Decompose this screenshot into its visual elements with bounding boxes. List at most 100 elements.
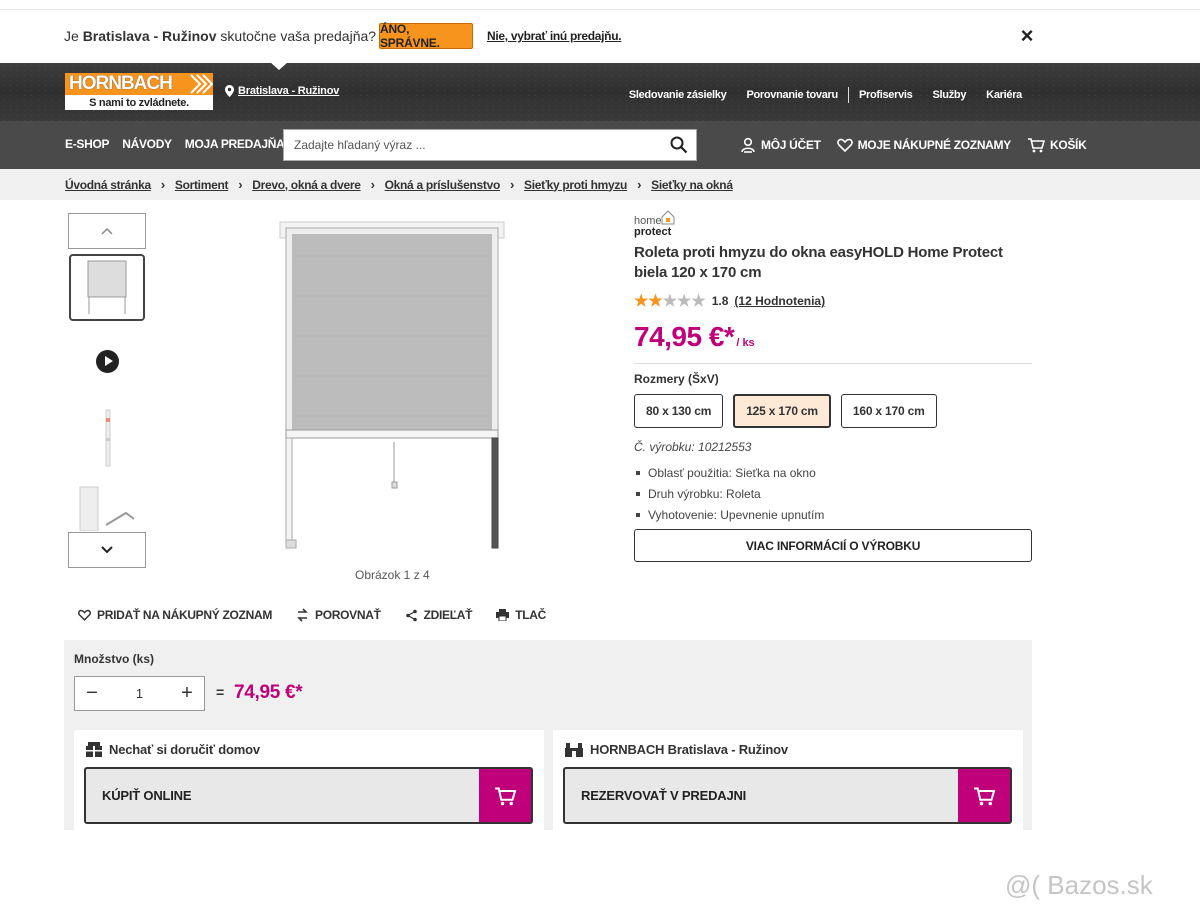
- star-icon: ★: [677, 293, 692, 310]
- chevron-right-icon: ›: [238, 177, 243, 192]
- compare-button[interactable]: POROVNAŤ: [296, 608, 381, 622]
- thumbnail-3[interactable]: [98, 408, 118, 468]
- price-unit: / ks: [736, 337, 755, 349]
- breadcrumb-item[interactable]: Sieťky na okná: [651, 178, 733, 192]
- feature-list: Oblasť použitia: Sieťka na okno Druh výr…: [634, 466, 1032, 522]
- top-link-profiservis[interactable]: Profiservis: [849, 89, 923, 101]
- thumbnail-up-button[interactable]: [68, 213, 146, 249]
- chevron-right-icon: ›: [160, 177, 165, 192]
- close-icon[interactable]: ×: [1017, 25, 1037, 47]
- quantity-input[interactable]: 1: [109, 686, 170, 701]
- watermark: @( Bazos.sk: [1005, 870, 1153, 900]
- size-option[interactable]: 80 x 130 cm: [634, 394, 724, 428]
- print-button[interactable]: TLAČ: [496, 608, 546, 622]
- print-label: TLAČ: [515, 608, 546, 622]
- top-links: Sledovanie zásielky Porovnanie tovaru Pr…: [619, 87, 1032, 103]
- share-button[interactable]: ZDIEĽAŤ: [405, 608, 473, 622]
- cart-icon: [479, 769, 531, 822]
- search-input[interactable]: [284, 130, 644, 160]
- buy-box: Množstvo (ks) − 1 + = 74,95 €* Nechať si…: [64, 640, 1032, 830]
- cart-icon: [958, 769, 1010, 822]
- heart-icon: [78, 609, 91, 621]
- search-icon[interactable]: [670, 136, 688, 154]
- shopping-lists-label: MOJE NÁKUPNÉ ZOZNAMY: [857, 138, 1012, 152]
- rating-stars: ★ ★ ★ ★ ★: [634, 291, 706, 311]
- breadcrumb-item[interactable]: Drevo, okná a dvere: [252, 178, 361, 192]
- rating: ★ ★ ★ ★ ★ 1.8 (12 Hodnotenia): [634, 291, 1032, 311]
- price: 74,95 €* / ks: [634, 321, 1032, 353]
- star-icon: ★: [691, 293, 706, 310]
- top-link-compare[interactable]: Porovnanie tovaru: [736, 89, 847, 101]
- hornbach-logo[interactable]: HORNBACH S nami to zvládnete.: [65, 73, 213, 110]
- banner-pointer: [270, 62, 288, 70]
- article-number: Č. výrobku: 10212553: [634, 440, 752, 454]
- my-account-link[interactable]: MÔJ ÚČET: [740, 137, 821, 153]
- cart-link[interactable]: KOŠÍK: [1027, 137, 1087, 153]
- store-question-name: Bratislava - Ružinov: [82, 28, 217, 44]
- more-info-button[interactable]: VIAC INFORMÁCIÍ O VÝROBKU: [634, 529, 1032, 562]
- breadcrumb-item[interactable]: Sieťky proti hmyzu: [524, 178, 627, 192]
- logo-tagline: S nami to zvládnete.: [65, 95, 213, 110]
- breadcrumb: Úvodná stránka › Sortiment › Drevo, okná a…: [0, 169, 1200, 200]
- confirm-store-button[interactable]: ÁNO, SPRÁVNE.: [379, 22, 473, 50]
- printer-icon: [496, 609, 510, 621]
- cart-label: KOŠÍK: [1049, 138, 1087, 152]
- nav-item-my-store[interactable]: MOJA PREDAJŇA: [185, 137, 285, 151]
- add-to-list-label: PRIDAŤ NA NÁKUPNÝ ZOZNAM: [97, 608, 273, 622]
- chevron-up-icon: [101, 227, 113, 235]
- image-counter: Obrázok 1 z 4: [355, 568, 430, 582]
- quantity-label: Množstvo (ks): [74, 652, 155, 666]
- feature-item: Druh výrobku: Roleta: [634, 487, 1032, 501]
- thumbnail-1[interactable]: [69, 254, 145, 321]
- user-icon: [741, 137, 755, 153]
- divider: [634, 363, 1032, 364]
- chevron-down-icon: [101, 546, 113, 554]
- nav-item-guides[interactable]: NÁVODY: [122, 137, 172, 151]
- chevron-right-icon: ›: [510, 177, 515, 192]
- share-icon: [405, 609, 417, 621]
- breadcrumb-item[interactable]: Sortiment: [175, 178, 229, 192]
- product-actions: PRIDAŤ NA NÁKUPNÝ ZOZNAM POROVNAŤ ZDIEĽA…: [78, 608, 546, 622]
- top-link-tracking[interactable]: Sledovanie zásielky: [619, 89, 737, 101]
- reserve-label: REZERVOVAŤ V PREDAJNI: [581, 788, 747, 803]
- equals-sign: =: [216, 684, 225, 700]
- thumbnail-4[interactable]: [78, 485, 138, 531]
- change-store-link[interactable]: Nie, vybrať inú predajňu.: [487, 29, 622, 43]
- reserve-in-store-button[interactable]: REZERVOVAŤ V PREDAJNI: [563, 767, 1012, 824]
- delivery-title: Nechať si doručiť domov: [109, 742, 260, 757]
- product-main-image[interactable]: [272, 216, 512, 556]
- site-header: HORNBACH S nami to zvládnete. Bratislava…: [0, 62, 1200, 121]
- buy-online-button[interactable]: KÚPIŤ ONLINE: [84, 767, 533, 824]
- total-price: 74,95 €*: [234, 682, 303, 703]
- shopping-lists-link[interactable]: MOJE NÁKUPNÉ ZOZNAMY: [836, 138, 1012, 152]
- header-store-link[interactable]: Bratislava - Ružinov: [225, 85, 339, 97]
- cart-icon: [1027, 138, 1045, 153]
- delivery-card: Nechať si doručiť domov KÚPIŤ ONLINE: [74, 730, 544, 830]
- breadcrumb-item[interactable]: Okná a príslušenstvo: [385, 178, 501, 192]
- add-to-list-button[interactable]: PRIDAŤ NA NÁKUPNÝ ZOZNAM: [78, 608, 272, 622]
- top-link-services[interactable]: Služby: [923, 89, 977, 101]
- compare-label: POROVNAŤ: [315, 608, 381, 622]
- quantity-minus-button[interactable]: −: [75, 682, 109, 705]
- nav-menu: E-SHOP NÁVODY MOJA PREDAJŇA: [65, 137, 285, 151]
- house-icon: [661, 210, 675, 225]
- rating-count-link[interactable]: (12 Hodnotenia): [734, 294, 825, 308]
- size-option-selected[interactable]: 125 x 170 cm: [733, 394, 831, 428]
- feature-item: Vyhotovenie: Upevnenie upnutím: [634, 508, 1032, 522]
- nav-item-eshop[interactable]: E-SHOP: [65, 137, 110, 151]
- star-icon: ★: [634, 293, 649, 310]
- top-border: [0, 0, 1200, 10]
- store-header: HORNBACH Bratislava - Ružinov: [565, 742, 788, 757]
- size-option[interactable]: 160 x 170 cm: [840, 394, 937, 428]
- video-play-icon[interactable]: [96, 350, 119, 373]
- logo-mark-icon: [189, 73, 213, 95]
- quantity-plus-button[interactable]: +: [170, 682, 204, 705]
- chevron-right-icon: ›: [370, 177, 375, 192]
- thumbnail-down-button[interactable]: [68, 532, 146, 568]
- share-label: ZDIEĽAŤ: [423, 608, 473, 622]
- rating-value: 1.8: [711, 294, 729, 308]
- top-link-career[interactable]: Kariéra: [976, 89, 1032, 101]
- compare-icon: [297, 608, 308, 622]
- breadcrumb-item[interactable]: Úvodná stránka: [65, 178, 151, 192]
- logo-text: HORNBACH: [69, 73, 173, 94]
